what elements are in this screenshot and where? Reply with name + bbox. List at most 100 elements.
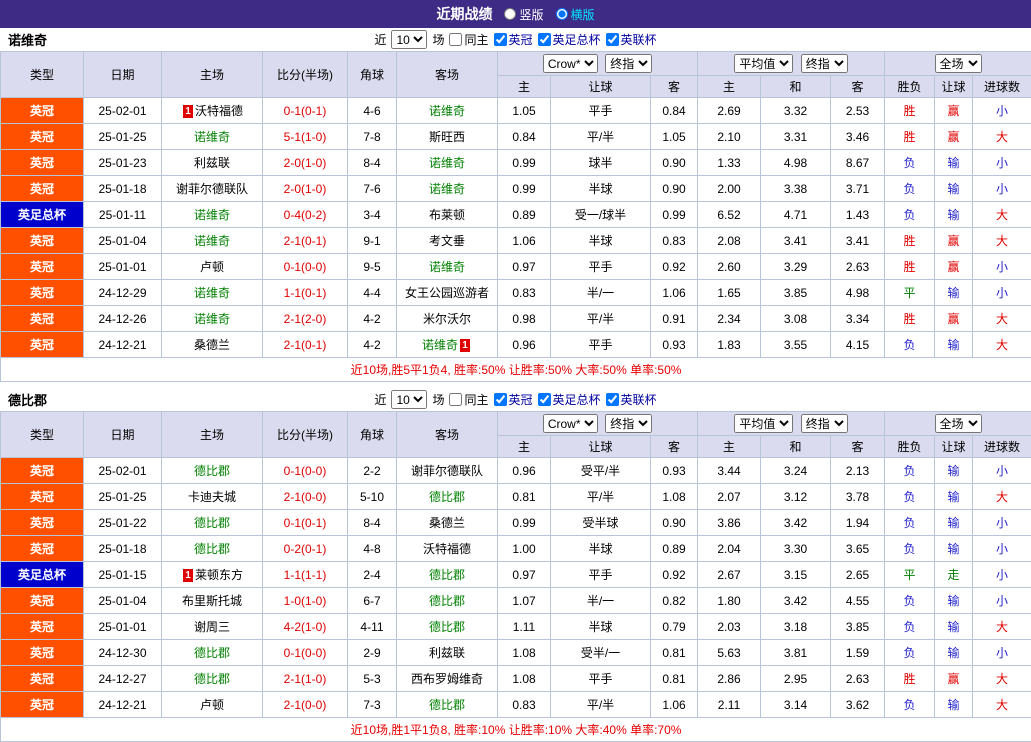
match-row: 英冠25-01-01卢顿0-1(0-0)9-5诺维奇0.97平手0.922.60… [1, 254, 1031, 280]
full-match-select[interactable]: 全场 [935, 54, 982, 73]
results-table: 类型 日期 主场 比分(半场) 角球 客场 Crow* 终指 平均值 终指 全场 [0, 411, 1031, 742]
team-title: 诺维奇 [8, 30, 47, 49]
cell-euro-odds-0: 6.52 [698, 202, 761, 228]
match-count-select[interactable]: 10 [391, 390, 427, 409]
cell-home-team: 1沃特福德 [162, 98, 263, 124]
cell-asian-odds-0: 0.97 [498, 562, 551, 588]
cell-euro-odds-0: 2.11 [698, 692, 761, 718]
col-type: 类型 [1, 52, 84, 98]
cell-score: 5-1(1-0) [263, 124, 348, 150]
league-filter-eflcup-checkbox[interactable] [606, 393, 619, 406]
team-name: 考文垂 [429, 234, 465, 248]
cell-asian-odds-2: 0.90 [651, 176, 698, 202]
same-home-checkbox[interactable] [449, 33, 462, 46]
cell-result-2: 大 [973, 484, 1031, 510]
cell-euro-odds-1: 3.55 [761, 332, 831, 358]
asian-odds-company-select[interactable]: Crow* [543, 414, 598, 433]
cell-asian-odds-0: 0.89 [498, 202, 551, 228]
cell-euro-odds-1: 3.41 [761, 228, 831, 254]
same-home-checkbox[interactable] [449, 393, 462, 406]
red-card-badge: 1 [183, 105, 193, 118]
team-name: 德比郡 [429, 568, 465, 582]
cell-result-0: 胜 [885, 124, 935, 150]
league-filter-eflcup[interactable]: 英联杯 [606, 31, 657, 48]
layout-vertical-option[interactable]: 竖版 [504, 6, 543, 23]
cell-score: 0-2(0-1) [263, 536, 348, 562]
cell-asian-odds-2: 0.90 [651, 510, 698, 536]
cell-asian-odds-2: 0.93 [651, 458, 698, 484]
euro-odds-stage-select[interactable]: 终指 [801, 414, 848, 433]
cell-away-team: 诺维奇 [397, 176, 498, 202]
team-name: 谢周三 [194, 620, 230, 634]
layout-horizontal-radio[interactable] [556, 8, 568, 20]
team-name: 女王公园巡游者 [405, 286, 489, 300]
team-name: 谢菲尔德联队 [176, 182, 248, 196]
match-row: 英冠24-12-26诺维奇2-1(2-0)4-2米尔沃尔0.98平/半0.912… [1, 306, 1031, 332]
asian-odds-company-select[interactable]: Crow* [543, 54, 598, 73]
cell-result-2: 小 [973, 562, 1031, 588]
cell-asian-odds-1: 平手 [551, 98, 651, 124]
cell-corners: 7-3 [348, 692, 397, 718]
team-name: 利兹联 [429, 646, 465, 660]
league-filter-championship-checkbox[interactable] [494, 393, 507, 406]
league-filter-eflcup-checkbox[interactable] [606, 33, 619, 46]
euro-odds-company-select[interactable]: 平均值 [734, 414, 793, 433]
league-filter-championship[interactable]: 英冠 [494, 391, 533, 408]
asian-odds-stage-select[interactable]: 终指 [605, 414, 652, 433]
cell-euro-odds-0: 1.80 [698, 588, 761, 614]
full-match-group-header: 全场 [885, 52, 1031, 76]
cell-asian-odds-2: 1.08 [651, 484, 698, 510]
cell-asian-odds-1: 球半 [551, 150, 651, 176]
cell-euro-odds-1: 3.12 [761, 484, 831, 510]
same-home-filter[interactable]: 同主 [449, 391, 488, 408]
cell-euro-odds-2: 3.46 [831, 124, 885, 150]
layout-vertical-radio[interactable] [504, 8, 516, 20]
cell-league-type: 英冠 [1, 640, 84, 666]
cell-asian-odds-1: 平/半 [551, 484, 651, 510]
cell-asian-odds-0: 0.81 [498, 484, 551, 510]
cell-euro-odds-2: 3.78 [831, 484, 885, 510]
cell-league-type: 英冠 [1, 458, 84, 484]
col-type: 类型 [1, 412, 84, 458]
league-filter-eflcup[interactable]: 英联杯 [606, 391, 657, 408]
team-name: 德比郡 [194, 516, 230, 530]
match-count-select[interactable]: 10 [391, 30, 427, 49]
full-match-select[interactable]: 全场 [935, 414, 982, 433]
league-filter-facup-checkbox[interactable] [538, 393, 551, 406]
cell-asian-odds-2: 0.81 [651, 666, 698, 692]
league-filter-facup[interactable]: 英足总杯 [538, 391, 601, 408]
cell-date: 25-01-22 [84, 510, 162, 536]
cell-asian-odds-1: 平/半 [551, 124, 651, 150]
league-filter-facup[interactable]: 英足总杯 [538, 31, 601, 48]
team-name: 德比郡 [194, 464, 230, 478]
col-euro-away: 客 [831, 436, 885, 458]
cell-euro-odds-0: 2.60 [698, 254, 761, 280]
team-section: 诺维奇 近 10 场 同主 英冠 英足总杯 英联杯 类型 日期 主场 [0, 28, 1031, 382]
cell-home-team: 德比郡 [162, 510, 263, 536]
cell-result-2: 小 [973, 510, 1031, 536]
col-goals-result: 进球数 [973, 76, 1031, 98]
cell-away-team: 德比郡 [397, 484, 498, 510]
cell-result-1: 赢 [935, 254, 973, 280]
cell-result-1: 输 [935, 692, 973, 718]
euro-odds-company-select[interactable]: 平均值 [734, 54, 793, 73]
cell-home-team: 卢顿 [162, 692, 263, 718]
asian-odds-stage-select[interactable]: 终指 [605, 54, 652, 73]
cell-league-type: 英冠 [1, 254, 84, 280]
cell-euro-odds-1: 3.30 [761, 536, 831, 562]
team-name: 德比郡 [194, 542, 230, 556]
layout-horizontal-option[interactable]: 横版 [556, 6, 595, 23]
cell-result-2: 小 [973, 588, 1031, 614]
euro-odds-stage-select[interactable]: 终指 [801, 54, 848, 73]
cell-date: 25-01-18 [84, 176, 162, 202]
cell-away-team: 诺维奇 [397, 254, 498, 280]
league-filter-facup-checkbox[interactable] [538, 33, 551, 46]
league-filter-championship[interactable]: 英冠 [494, 31, 533, 48]
cell-corners: 4-8 [348, 536, 397, 562]
league-filter-championship-checkbox[interactable] [494, 33, 507, 46]
cell-euro-odds-0: 2.07 [698, 484, 761, 510]
same-home-filter[interactable]: 同主 [449, 31, 488, 48]
cell-result-2: 大 [973, 124, 1031, 150]
cell-euro-odds-1: 3.38 [761, 176, 831, 202]
cell-asian-odds-0: 1.06 [498, 228, 551, 254]
